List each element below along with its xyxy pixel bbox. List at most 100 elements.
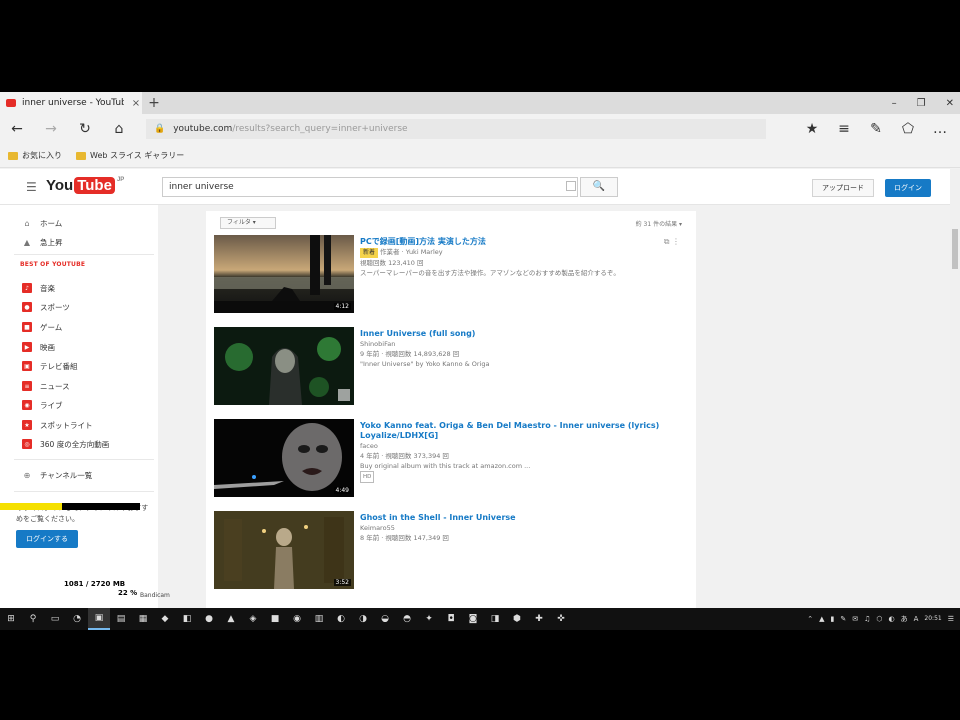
video-thumbnail[interactable]: 3:52 xyxy=(214,511,354,589)
scrollbar-thumb[interactable] xyxy=(952,229,958,269)
hub-icon[interactable]: ≡ xyxy=(828,114,860,144)
taskbar-app-icon[interactable]: ◈ xyxy=(242,608,264,630)
taskbar-app-icon[interactable]: ◨ xyxy=(484,608,506,630)
taskbar-app-icon[interactable]: ◉ xyxy=(286,608,308,630)
video-title[interactable]: Inner Universe (full song) xyxy=(360,329,680,339)
thumbnail-ghost-in-the-shell-image xyxy=(214,511,354,589)
taskbar-app-icon[interactable]: ✦ xyxy=(418,608,440,630)
address-bar[interactable]: 🔒 youtube.com/results?search_query=inner… xyxy=(146,119,766,139)
sidebar-item-movies[interactable]: ▶ 映画 xyxy=(22,339,55,355)
close-window-button[interactable]: ✕ xyxy=(946,98,954,109)
maximize-button[interactable]: ❐ xyxy=(917,98,926,109)
video-thumbnail[interactable] xyxy=(214,327,354,405)
volume-icon[interactable]: ♫ xyxy=(864,615,870,623)
taskbar-app-icon[interactable]: ◔ xyxy=(66,608,88,630)
taskbar-app-icon[interactable]: ✚ xyxy=(528,608,550,630)
url-text: youtube.com/results?search_query=inner+u… xyxy=(173,124,407,134)
youtube-logo[interactable]: You Tube JP xyxy=(46,177,124,194)
taskbar-app-icon[interactable]: ◆ xyxy=(154,608,176,630)
keyboard-icon[interactable] xyxy=(566,181,576,191)
close-tab-icon[interactable]: × xyxy=(130,98,142,109)
video-result[interactable]: Inner Universe (full song) ShinobiFan 9 … xyxy=(214,327,684,407)
sidebar-item-news[interactable]: ≡ ニュース xyxy=(22,378,70,394)
video-title[interactable]: Ghost in the Shell - Inner Universe xyxy=(360,513,680,523)
sidebar-item-live[interactable]: ◉ ライブ xyxy=(22,397,63,413)
taskbar-app-icon[interactable]: ◑ xyxy=(352,608,374,630)
taskbar-app-icon[interactable]: ⬢ xyxy=(506,608,528,630)
video-result[interactable]: 4:49 Yoko Kanno feat. Origa & Ben Del Ma… xyxy=(214,419,684,499)
web-note-icon[interactable]: ✎ xyxy=(860,114,892,144)
tab-youtube[interactable]: inner universe - YouTub × xyxy=(0,92,142,114)
taskbar-app-icon[interactable]: ▲ xyxy=(220,608,242,630)
network-icon[interactable]: ⬡ xyxy=(876,615,882,623)
taskbar-app-icon[interactable]: ◐ xyxy=(330,608,352,630)
sidebar-item-music[interactable]: ♪ 音楽 xyxy=(22,280,55,296)
input-mode-icon[interactable]: A xyxy=(914,615,919,623)
sidebar-item-tv[interactable]: ▣ テレビ番組 xyxy=(22,358,78,374)
ime-icon[interactable]: あ xyxy=(901,614,908,624)
sidebar-item-360-video[interactable]: ◎ 360 度の全方向動画 xyxy=(22,436,109,452)
forward-button[interactable]: → xyxy=(34,114,68,144)
video-title[interactable]: Yoko Kanno feat. Origa & Ben Del Maestro… xyxy=(360,421,680,441)
sidebar-item-spotlight[interactable]: ★ スポットライト xyxy=(22,417,93,433)
tray-overflow-icon[interactable]: ⌃ xyxy=(807,615,813,623)
tray-icon[interactable]: ▲ xyxy=(819,615,824,623)
minimize-button[interactable]: – xyxy=(892,98,897,109)
home-button[interactable]: ⌂ xyxy=(102,114,136,144)
web-slice-gallery-link[interactable]: Web スライス ギャラリー xyxy=(76,150,184,161)
sidebar-signin-button[interactable]: ログインする xyxy=(16,530,78,548)
video-channel[interactable]: Keimaro55 xyxy=(360,523,680,533)
taskbar-app-icon[interactable]: ● xyxy=(198,608,220,630)
taskbar-app-icon[interactable]: ■ xyxy=(264,608,286,630)
taskbar-app-icon[interactable]: ▦ xyxy=(132,608,154,630)
refresh-button[interactable]: ↻ xyxy=(68,114,102,144)
video-title[interactable]: PCで録画[動画]方法 実演した方法 xyxy=(360,237,680,247)
video-channel[interactable]: ShinobiFan xyxy=(360,339,680,349)
clock[interactable]: 20:51 xyxy=(924,615,941,623)
taskbar-app-icon[interactable]: ✜ xyxy=(550,608,572,630)
battery-icon[interactable]: ▮ xyxy=(831,615,835,623)
task-view-icon[interactable]: ▭ xyxy=(44,608,66,630)
video-thumbnail[interactable]: 4:12 xyxy=(214,235,354,313)
favorite-star-icon[interactable]: ★ xyxy=(796,114,828,144)
sidebar-item-home[interactable]: ⌂ ホーム xyxy=(22,215,62,231)
login-button[interactable]: ログイン xyxy=(885,179,931,197)
video-channel[interactable]: 新着 作業者 · Yuki Marley xyxy=(360,247,680,258)
sidebar-item-gaming[interactable]: ■ ゲーム xyxy=(22,319,62,335)
start-button[interactable]: ⊞ xyxy=(0,608,22,630)
result-count[interactable]: 約 31 件の結果 ▾ xyxy=(636,219,682,228)
mail-icon[interactable]: ✉ xyxy=(852,615,858,623)
edge-browser-icon[interactable]: ▣ xyxy=(88,608,110,630)
new-tab-button[interactable]: + xyxy=(146,95,162,111)
sidebar-item-channels[interactable]: ⊕ チャンネル一覧 xyxy=(22,467,93,483)
action-center-icon[interactable]: ☰ xyxy=(948,615,954,623)
taskbar-app-icon[interactable]: ◒ xyxy=(374,608,396,630)
upload-button[interactable]: アップロード xyxy=(812,179,874,197)
taskbar-app-icon[interactable]: ◘ xyxy=(440,608,462,630)
pen-icon[interactable]: ✎ xyxy=(840,615,846,623)
back-button[interactable]: ← xyxy=(0,114,34,144)
video-result[interactable]: 4:12 PCで録画[動画]方法 実演した方法 新着 作業者 · Yuki Mar… xyxy=(214,235,684,315)
overflow-menu-icon[interactable]: ⋮ xyxy=(672,237,680,246)
more-icon[interactable]: … xyxy=(924,114,956,144)
taskbar-app-icon[interactable]: ◧ xyxy=(176,608,198,630)
sidebar-item-sports[interactable]: ● スポーツ xyxy=(22,299,70,315)
search-icon[interactable]: ⚲ xyxy=(22,608,44,630)
watch-later-icon[interactable]: ⧉ xyxy=(664,237,670,246)
video-channel[interactable]: faceo xyxy=(360,441,680,451)
favorites-folder[interactable]: お気に入り xyxy=(8,150,62,161)
taskbar-app-icon[interactable]: ◙ xyxy=(462,608,484,630)
taskbar-app-icon[interactable]: ▥ xyxy=(308,608,330,630)
tray-icon[interactable]: ◐ xyxy=(889,615,895,623)
search-input[interactable]: inner universe xyxy=(162,177,578,197)
taskbar-app-icon[interactable]: ◓ xyxy=(396,608,418,630)
search-button[interactable]: 🔍 xyxy=(580,177,618,197)
video-thumbnail[interactable]: 4:49 xyxy=(214,419,354,497)
video-result[interactable]: 3:52 Ghost in the Shell - Inner Universe… xyxy=(214,511,684,591)
filter-button[interactable]: フィルタ ▾ xyxy=(220,217,276,229)
tv-icon: ▣ xyxy=(22,361,32,371)
guide-menu-icon[interactable]: ☰ xyxy=(26,180,37,194)
share-icon[interactable]: ⬠ xyxy=(892,114,924,144)
taskbar-app-icon[interactable]: ▤ xyxy=(110,608,132,630)
sidebar-item-trending[interactable]: ▲ 急上昇 xyxy=(22,234,63,250)
